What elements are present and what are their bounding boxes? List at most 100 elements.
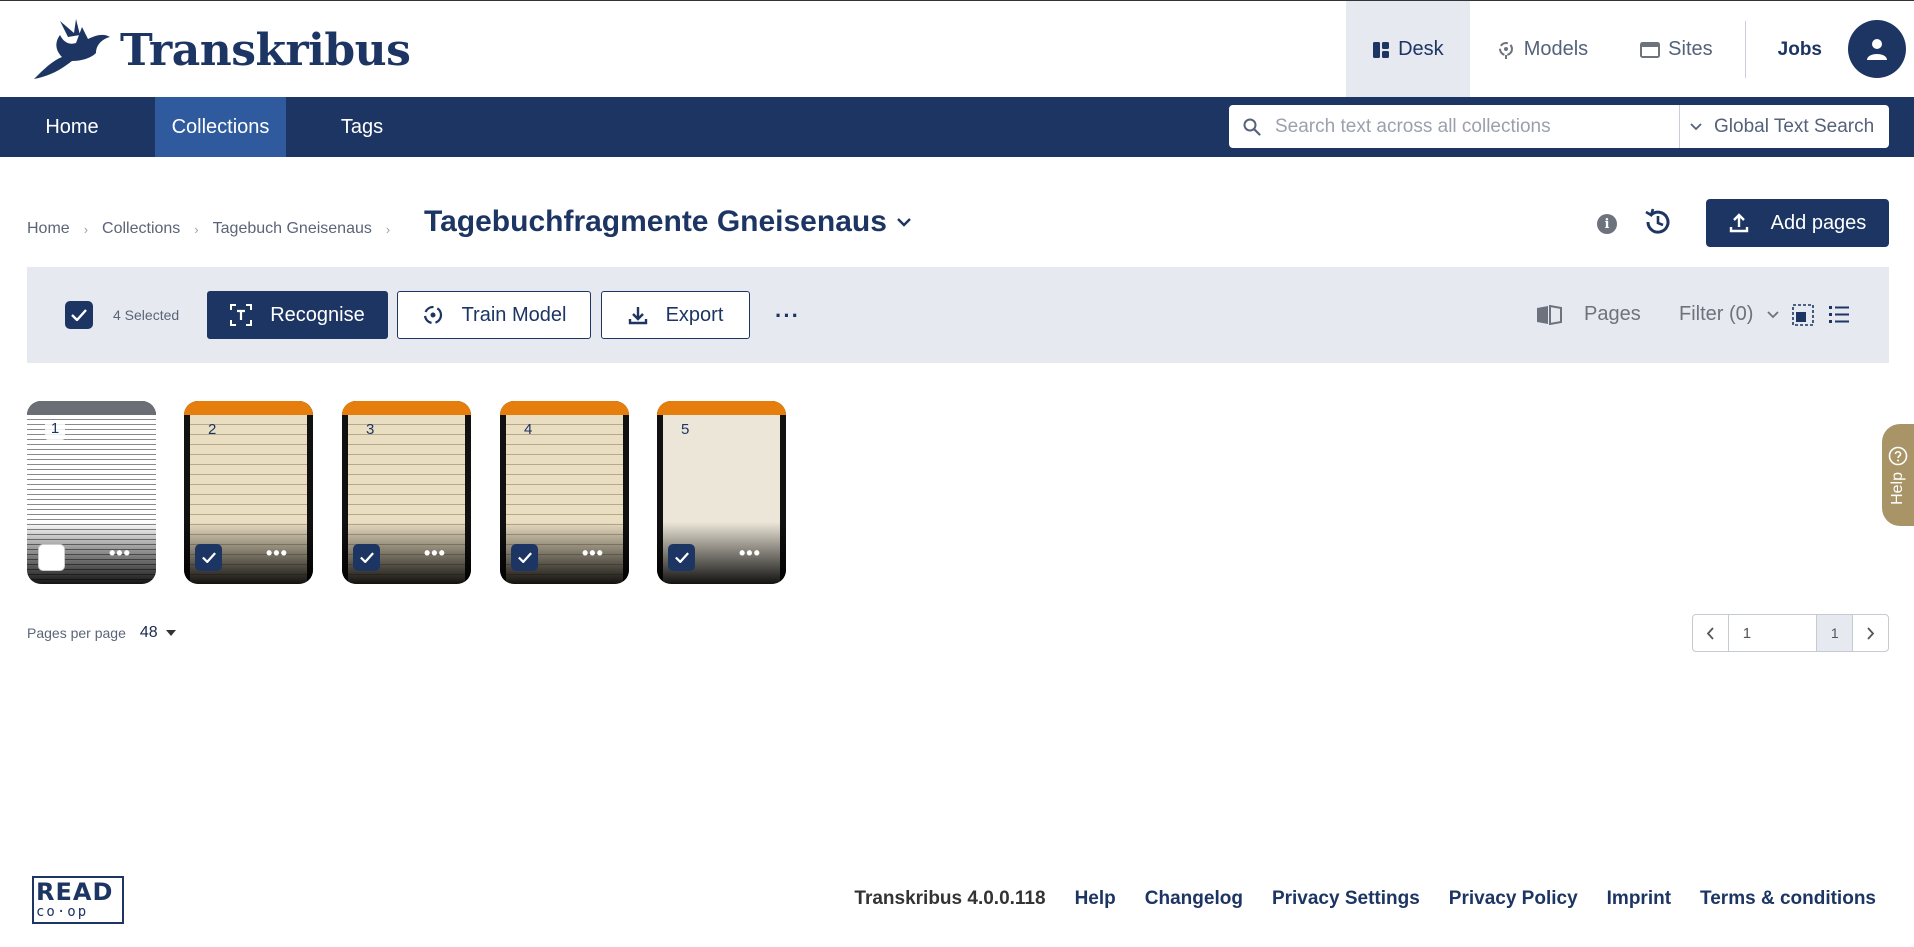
nav-models[interactable]: Models [1470, 1, 1614, 98]
footer-link-help[interactable]: Help [1075, 888, 1116, 910]
page-number: 3 [366, 421, 375, 438]
logo-wordmark: Transkribus [120, 24, 411, 76]
page-status-bar [184, 401, 313, 415]
nav-models-label: Models [1523, 38, 1589, 60]
page-thumbnail[interactable]: 3 ••• [342, 401, 471, 584]
list-view-icon[interactable] [1828, 304, 1850, 329]
nav-jobs[interactable]: Jobs [1752, 1, 1848, 98]
filter-label: Filter (0) [1679, 303, 1754, 325]
models-icon [1498, 41, 1513, 59]
page-checkbox[interactable] [353, 544, 380, 571]
export-label: Export [665, 303, 724, 326]
check-icon [674, 552, 689, 563]
page-status-bar [27, 401, 156, 415]
recognise-icon [230, 304, 253, 326]
chevron-right-icon: › [194, 221, 199, 237]
readcoop-logo-line2: co·op [36, 904, 89, 920]
chevron-down-icon [897, 217, 911, 227]
tab-tags[interactable]: Tags [322, 97, 402, 157]
info-icon[interactable]: i [1597, 214, 1617, 234]
train-model-icon [423, 305, 442, 325]
prev-page-button[interactable] [1693, 615, 1729, 651]
chevron-down-icon [1767, 310, 1780, 318]
more-actions-button[interactable]: ··· [775, 303, 800, 329]
footer-link-terms[interactable]: Terms & conditions [1700, 888, 1876, 910]
chevron-right-icon [1866, 626, 1874, 640]
nav-sites[interactable]: Sites [1614, 1, 1738, 98]
breadcrumb-collections[interactable]: Collections [102, 220, 180, 238]
pages-per-page-select[interactable]: 48 [140, 624, 176, 642]
top-nav: Desk Models Sites Jobs [1346, 1, 1914, 98]
check-icon [71, 309, 87, 321]
pages-per-page-value: 48 [139, 624, 158, 641]
app-version: Transkribus 4.0.0.118 [854, 888, 1046, 909]
user-avatar[interactable] [1848, 20, 1906, 78]
page-checkbox[interactable] [511, 544, 538, 571]
page-checkbox[interactable] [195, 544, 222, 571]
train-model-button[interactable]: Train Model [397, 291, 591, 339]
page-status-bar [342, 401, 471, 415]
footer-link-privacy-policy[interactable]: Privacy Policy [1449, 888, 1578, 910]
search-input[interactable] [1275, 115, 1655, 138]
desk-icon [1373, 41, 1390, 58]
caret-down-icon [165, 630, 176, 636]
history-icon[interactable] [1642, 206, 1674, 243]
upload-icon [1729, 213, 1748, 233]
user-icon [1867, 39, 1887, 60]
pages-view-selector[interactable]: Pages [1536, 303, 1641, 326]
page-status-bar [500, 401, 629, 415]
transkribus-logo[interactable]: Transkribus [30, 17, 411, 83]
chevron-down-icon [1690, 122, 1702, 130]
footer-link-privacy-settings[interactable]: Privacy Settings [1272, 888, 1420, 910]
download-icon [628, 307, 647, 325]
nav-sites-label: Sites [1668, 38, 1713, 60]
page-thumbnail[interactable]: 5 ••• [657, 401, 786, 584]
grid-view-icon[interactable] [1792, 304, 1814, 331]
select-all-checkbox[interactable] [65, 301, 93, 329]
page-menu-button[interactable]: ••• [109, 543, 131, 564]
footer-link-changelog[interactable]: Changelog [1145, 888, 1243, 910]
question-icon [1888, 446, 1908, 465]
recognise-button[interactable]: Recognise [207, 291, 388, 339]
pages-toolbar: 4 Selected Recognise Train Model Export … [27, 267, 1889, 363]
check-icon [201, 552, 216, 563]
selected-count: 4 Selected [113, 307, 180, 323]
page-thumbnail[interactable]: 1 ••• [27, 401, 156, 584]
page-number: 1 [45, 420, 65, 440]
footer-link-imprint[interactable]: Imprint [1607, 888, 1671, 910]
page-menu-button[interactable]: ••• [266, 543, 288, 564]
page-title: Tagebuchfragmente Gneisenaus [424, 205, 887, 238]
add-pages-label: Add pages [1770, 211, 1867, 234]
filter-dropdown[interactable]: Filter (0) [1679, 303, 1780, 326]
search-scope-dropdown[interactable]: Global Text Search [1679, 105, 1889, 148]
chevron-right-icon: › [385, 221, 391, 237]
document-title-dropdown[interactable]: Tagebuchfragmente Gneisenaus [424, 205, 911, 239]
book-icon [1537, 304, 1562, 325]
pagination-control: 1 1 [1692, 614, 1889, 652]
breadcrumb-collection[interactable]: Tagebuch Gneisenaus [213, 220, 372, 238]
pages-label: Pages [1584, 303, 1641, 325]
add-pages-button[interactable]: Add pages [1706, 199, 1889, 247]
page-menu-button[interactable]: ••• [582, 543, 604, 564]
tab-home[interactable]: Home [27, 97, 117, 157]
page-checkbox[interactable] [38, 544, 65, 571]
main-navbar: Home Collections Tags Global Text Search [0, 97, 1914, 157]
recognise-label: Recognise [270, 303, 365, 326]
page-checkbox[interactable] [668, 544, 695, 571]
page-menu-button[interactable]: ••• [739, 543, 761, 564]
nav-desk-label: Desk [1398, 38, 1444, 60]
page-menu-button[interactable]: ••• [424, 543, 446, 564]
readcoop-logo[interactable]: READ co·op [32, 876, 124, 924]
page-thumbnail[interactable]: 2 ••• [184, 401, 313, 584]
breadcrumb-home[interactable]: Home [27, 220, 70, 238]
nav-desk[interactable]: Desk [1346, 1, 1470, 98]
page-number: 4 [524, 421, 533, 438]
next-page-button[interactable] [1852, 615, 1888, 651]
tab-collections[interactable]: Collections [155, 97, 286, 157]
search-scope-label: Global Text Search [1714, 115, 1875, 137]
page-thumbnail[interactable]: 4 ••• [500, 401, 629, 584]
help-tab[interactable]: Help [1882, 424, 1914, 526]
check-icon [517, 552, 532, 563]
page-number-input[interactable]: 1 [1729, 615, 1817, 651]
export-button[interactable]: Export [601, 291, 750, 339]
